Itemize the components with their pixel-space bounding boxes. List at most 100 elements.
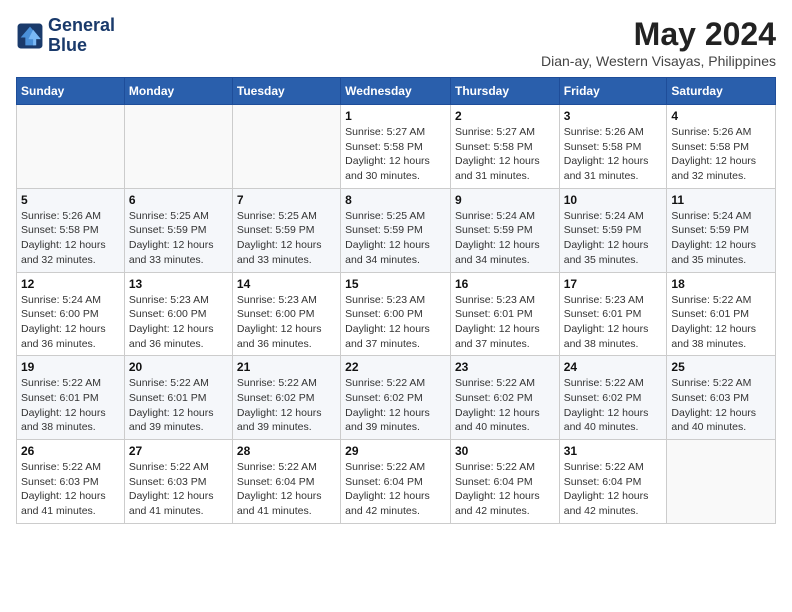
header-friday: Friday: [559, 78, 667, 105]
logo-text: General Blue: [48, 16, 115, 56]
day-number: 28: [237, 444, 336, 458]
day-number: 15: [345, 277, 446, 291]
calendar-header-row: SundayMondayTuesdayWednesdayThursdayFrid…: [17, 78, 776, 105]
calendar-cell: 9 Sunrise: 5:24 AM Sunset: 5:59 PM Daylig…: [450, 188, 559, 272]
day-info: Sunrise: 5:23 AM Sunset: 6:01 PM Dayligh…: [455, 293, 555, 352]
day-info: Sunrise: 5:24 AM Sunset: 5:59 PM Dayligh…: [671, 209, 771, 268]
day-info: Sunrise: 5:24 AM Sunset: 5:59 PM Dayligh…: [564, 209, 663, 268]
calendar-cell: 27 Sunrise: 5:22 AM Sunset: 6:03 PM Dayli…: [124, 440, 232, 524]
day-info: Sunrise: 5:25 AM Sunset: 5:59 PM Dayligh…: [129, 209, 228, 268]
day-info: Sunrise: 5:22 AM Sunset: 6:02 PM Dayligh…: [455, 376, 555, 435]
day-info: Sunrise: 5:22 AM Sunset: 6:04 PM Dayligh…: [455, 460, 555, 519]
day-info: Sunrise: 5:22 AM Sunset: 6:01 PM Dayligh…: [671, 293, 771, 352]
calendar-cell: 12Sunrise: 5:24 AM Sunset: 6:00 PM Dayli…: [17, 272, 125, 356]
day-number: 27: [129, 444, 228, 458]
day-number: 22: [345, 360, 446, 374]
day-info: Sunrise: 5:23 AM Sunset: 6:00 PM Dayligh…: [237, 293, 336, 352]
day-number: 14: [237, 277, 336, 291]
day-number: 9: [455, 193, 555, 207]
day-number: 6: [129, 193, 228, 207]
calendar-cell: 28 Sunrise: 5:22 AM Sunset: 6:04 PM Dayli…: [232, 440, 340, 524]
calendar-cell: 8Sunrise: 5:25 AM Sunset: 5:59 PM Daylig…: [341, 188, 451, 272]
day-number: 29: [345, 444, 446, 458]
day-number: 16: [455, 277, 555, 291]
calendar-cell: [667, 440, 776, 524]
calendar-cell: 7 Sunrise: 5:25 AM Sunset: 5:59 PM Daylig…: [232, 188, 340, 272]
day-info: Sunrise: 5:22 AM Sunset: 6:04 PM Dayligh…: [564, 460, 663, 519]
header-thursday: Thursday: [450, 78, 559, 105]
day-number: 1: [345, 109, 446, 123]
day-info: Sunrise: 5:24 AM Sunset: 5:59 PM Dayligh…: [455, 209, 555, 268]
day-number: 31: [564, 444, 663, 458]
day-number: 18: [671, 277, 771, 291]
calendar-cell: 10 Sunrise: 5:24 AM Sunset: 5:59 PM Dayli…: [559, 188, 667, 272]
calendar-cell: 5 Sunrise: 5:26 AM Sunset: 5:58 PM Daylig…: [17, 188, 125, 272]
calendar-week-3: 12Sunrise: 5:24 AM Sunset: 6:00 PM Dayli…: [17, 272, 776, 356]
day-number: 21: [237, 360, 336, 374]
day-info: Sunrise: 5:23 AM Sunset: 6:01 PM Dayligh…: [564, 293, 663, 352]
day-info: Sunrise: 5:23 AM Sunset: 6:00 PM Dayligh…: [129, 293, 228, 352]
day-info: Sunrise: 5:22 AM Sunset: 6:03 PM Dayligh…: [129, 460, 228, 519]
calendar-week-4: 19Sunrise: 5:22 AM Sunset: 6:01 PM Dayli…: [17, 356, 776, 440]
calendar-cell: 2 Sunrise: 5:27 AM Sunset: 5:58 PM Daylig…: [450, 105, 559, 189]
calendar-cell: 16 Sunrise: 5:23 AM Sunset: 6:01 PM Dayli…: [450, 272, 559, 356]
day-info: Sunrise: 5:22 AM Sunset: 6:02 PM Dayligh…: [564, 376, 663, 435]
location: Dian-ay, Western Visayas, Philippines: [541, 53, 776, 69]
header-tuesday: Tuesday: [232, 78, 340, 105]
day-info: Sunrise: 5:23 AM Sunset: 6:00 PM Dayligh…: [345, 293, 446, 352]
day-info: Sunrise: 5:22 AM Sunset: 6:01 PM Dayligh…: [21, 376, 120, 435]
calendar-cell: 13Sunrise: 5:23 AM Sunset: 6:00 PM Dayli…: [124, 272, 232, 356]
day-number: 25: [671, 360, 771, 374]
day-number: 7: [237, 193, 336, 207]
calendar-cell: 23Sunrise: 5:22 AM Sunset: 6:02 PM Dayli…: [450, 356, 559, 440]
page-header: General Blue May 2024 Dian-ay, Western V…: [16, 16, 776, 69]
day-info: Sunrise: 5:27 AM Sunset: 5:58 PM Dayligh…: [455, 125, 555, 184]
day-info: Sunrise: 5:22 AM Sunset: 6:04 PM Dayligh…: [237, 460, 336, 519]
calendar-week-5: 26 Sunrise: 5:22 AM Sunset: 6:03 PM Dayli…: [17, 440, 776, 524]
day-number: 17: [564, 277, 663, 291]
day-number: 30: [455, 444, 555, 458]
day-info: Sunrise: 5:22 AM Sunset: 6:03 PM Dayligh…: [21, 460, 120, 519]
calendar-cell: 22Sunrise: 5:22 AM Sunset: 6:02 PM Dayli…: [341, 356, 451, 440]
calendar-cell: 19Sunrise: 5:22 AM Sunset: 6:01 PM Dayli…: [17, 356, 125, 440]
logo-icon: [16, 22, 44, 50]
day-number: 2: [455, 109, 555, 123]
calendar-cell: 6 Sunrise: 5:25 AM Sunset: 5:59 PM Daylig…: [124, 188, 232, 272]
calendar-cell: [17, 105, 125, 189]
calendar-cell: 29 Sunrise: 5:22 AM Sunset: 6:04 PM Dayli…: [341, 440, 451, 524]
calendar-cell: 1Sunrise: 5:27 AM Sunset: 5:58 PM Daylig…: [341, 105, 451, 189]
day-info: Sunrise: 5:26 AM Sunset: 5:58 PM Dayligh…: [564, 125, 663, 184]
calendar-cell: 31 Sunrise: 5:22 AM Sunset: 6:04 PM Dayli…: [559, 440, 667, 524]
calendar-cell: 25 Sunrise: 5:22 AM Sunset: 6:03 PM Dayli…: [667, 356, 776, 440]
day-info: Sunrise: 5:26 AM Sunset: 5:58 PM Dayligh…: [21, 209, 120, 268]
day-info: Sunrise: 5:22 AM Sunset: 6:02 PM Dayligh…: [237, 376, 336, 435]
calendar-cell: 11 Sunrise: 5:24 AM Sunset: 5:59 PM Dayli…: [667, 188, 776, 272]
logo: General Blue: [16, 16, 115, 56]
day-number: 5: [21, 193, 120, 207]
day-info: Sunrise: 5:22 AM Sunset: 6:03 PM Dayligh…: [671, 376, 771, 435]
day-info: Sunrise: 5:26 AM Sunset: 5:58 PM Dayligh…: [671, 125, 771, 184]
day-number: 11: [671, 193, 771, 207]
header-sunday: Sunday: [17, 78, 125, 105]
day-info: Sunrise: 5:25 AM Sunset: 5:59 PM Dayligh…: [237, 209, 336, 268]
calendar-cell: 4Sunrise: 5:26 AM Sunset: 5:58 PM Daylig…: [667, 105, 776, 189]
calendar-cell: 14 Sunrise: 5:23 AM Sunset: 6:00 PM Dayli…: [232, 272, 340, 356]
calendar-cell: 18 Sunrise: 5:22 AM Sunset: 6:01 PM Dayli…: [667, 272, 776, 356]
day-number: 12: [21, 277, 120, 291]
day-number: 20: [129, 360, 228, 374]
calendar-cell: [124, 105, 232, 189]
day-number: 26: [21, 444, 120, 458]
day-info: Sunrise: 5:22 AM Sunset: 6:04 PM Dayligh…: [345, 460, 446, 519]
calendar-cell: 24Sunrise: 5:22 AM Sunset: 6:02 PM Dayli…: [559, 356, 667, 440]
calendar-cell: 26 Sunrise: 5:22 AM Sunset: 6:03 PM Dayli…: [17, 440, 125, 524]
title-area: May 2024 Dian-ay, Western Visayas, Phili…: [541, 16, 776, 69]
calendar-table: SundayMondayTuesdayWednesdayThursdayFrid…: [16, 77, 776, 524]
day-info: Sunrise: 5:22 AM Sunset: 6:01 PM Dayligh…: [129, 376, 228, 435]
day-info: Sunrise: 5:25 AM Sunset: 5:59 PM Dayligh…: [345, 209, 446, 268]
calendar-cell: 30 Sunrise: 5:22 AM Sunset: 6:04 PM Dayli…: [450, 440, 559, 524]
header-monday: Monday: [124, 78, 232, 105]
header-saturday: Saturday: [667, 78, 776, 105]
day-number: 10: [564, 193, 663, 207]
calendar-cell: 3Sunrise: 5:26 AM Sunset: 5:58 PM Daylig…: [559, 105, 667, 189]
calendar-cell: 17 Sunrise: 5:23 AM Sunset: 6:01 PM Dayli…: [559, 272, 667, 356]
